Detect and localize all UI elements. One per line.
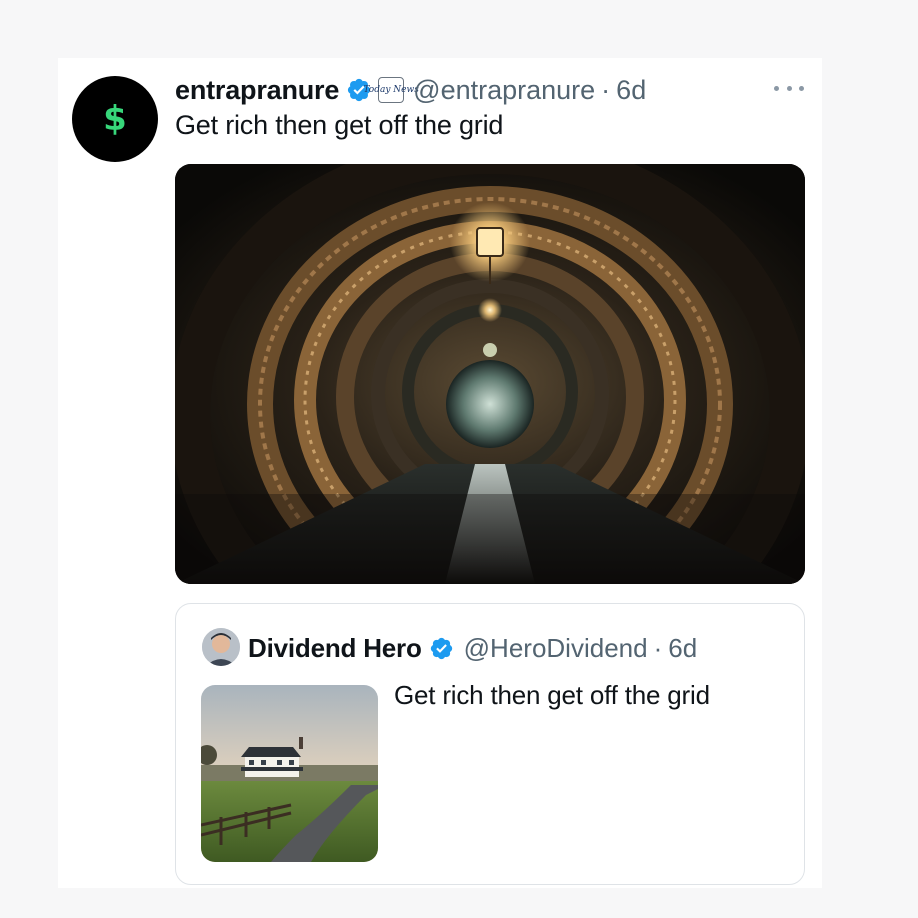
tweet-header: entrapranure Today News @entrapranure · … xyxy=(175,72,646,108)
quoted-author-display-name[interactable]: Dividend Hero xyxy=(248,633,422,664)
verified-badge-icon[interactable] xyxy=(429,636,454,661)
author-handle[interactable]: @entrapranure xyxy=(413,75,595,106)
separator-dot: · xyxy=(601,74,611,105)
quoted-tweet[interactable]: Dividend Hero @HeroDividend · 6d Get ric… xyxy=(175,603,805,885)
tweet-media-image[interactable] xyxy=(175,164,805,584)
quoted-author-avatar[interactable] xyxy=(202,628,240,666)
author-display-name[interactable]: entrapranure xyxy=(175,75,339,106)
affiliate-badge-icon[interactable]: Today News xyxy=(364,77,419,103)
affiliate-badge-text: Today News xyxy=(363,84,419,95)
person-avatar-icon xyxy=(202,628,240,666)
dollar-sign-icon: $ xyxy=(103,99,127,139)
quoted-tweet-timestamp[interactable]: 6d xyxy=(668,633,697,664)
quoted-tweet-thumbnail[interactable] xyxy=(201,685,378,862)
tunnel-image xyxy=(175,164,805,584)
tweet-timestamp[interactable]: 6d xyxy=(616,75,646,106)
author-avatar[interactable]: $ xyxy=(72,76,158,162)
more-options-icon[interactable] xyxy=(774,78,804,98)
quoted-tweet-header: Dividend Hero @HeroDividend · 6d xyxy=(248,630,697,666)
quoted-tweet-text: Get rich then get off the grid xyxy=(394,680,710,710)
separator-dot: · xyxy=(653,632,663,663)
farmhouse-image xyxy=(201,685,378,862)
tweet-text: Get rich then get off the grid xyxy=(175,110,504,140)
quoted-author-handle[interactable]: @HeroDividend xyxy=(464,633,648,664)
